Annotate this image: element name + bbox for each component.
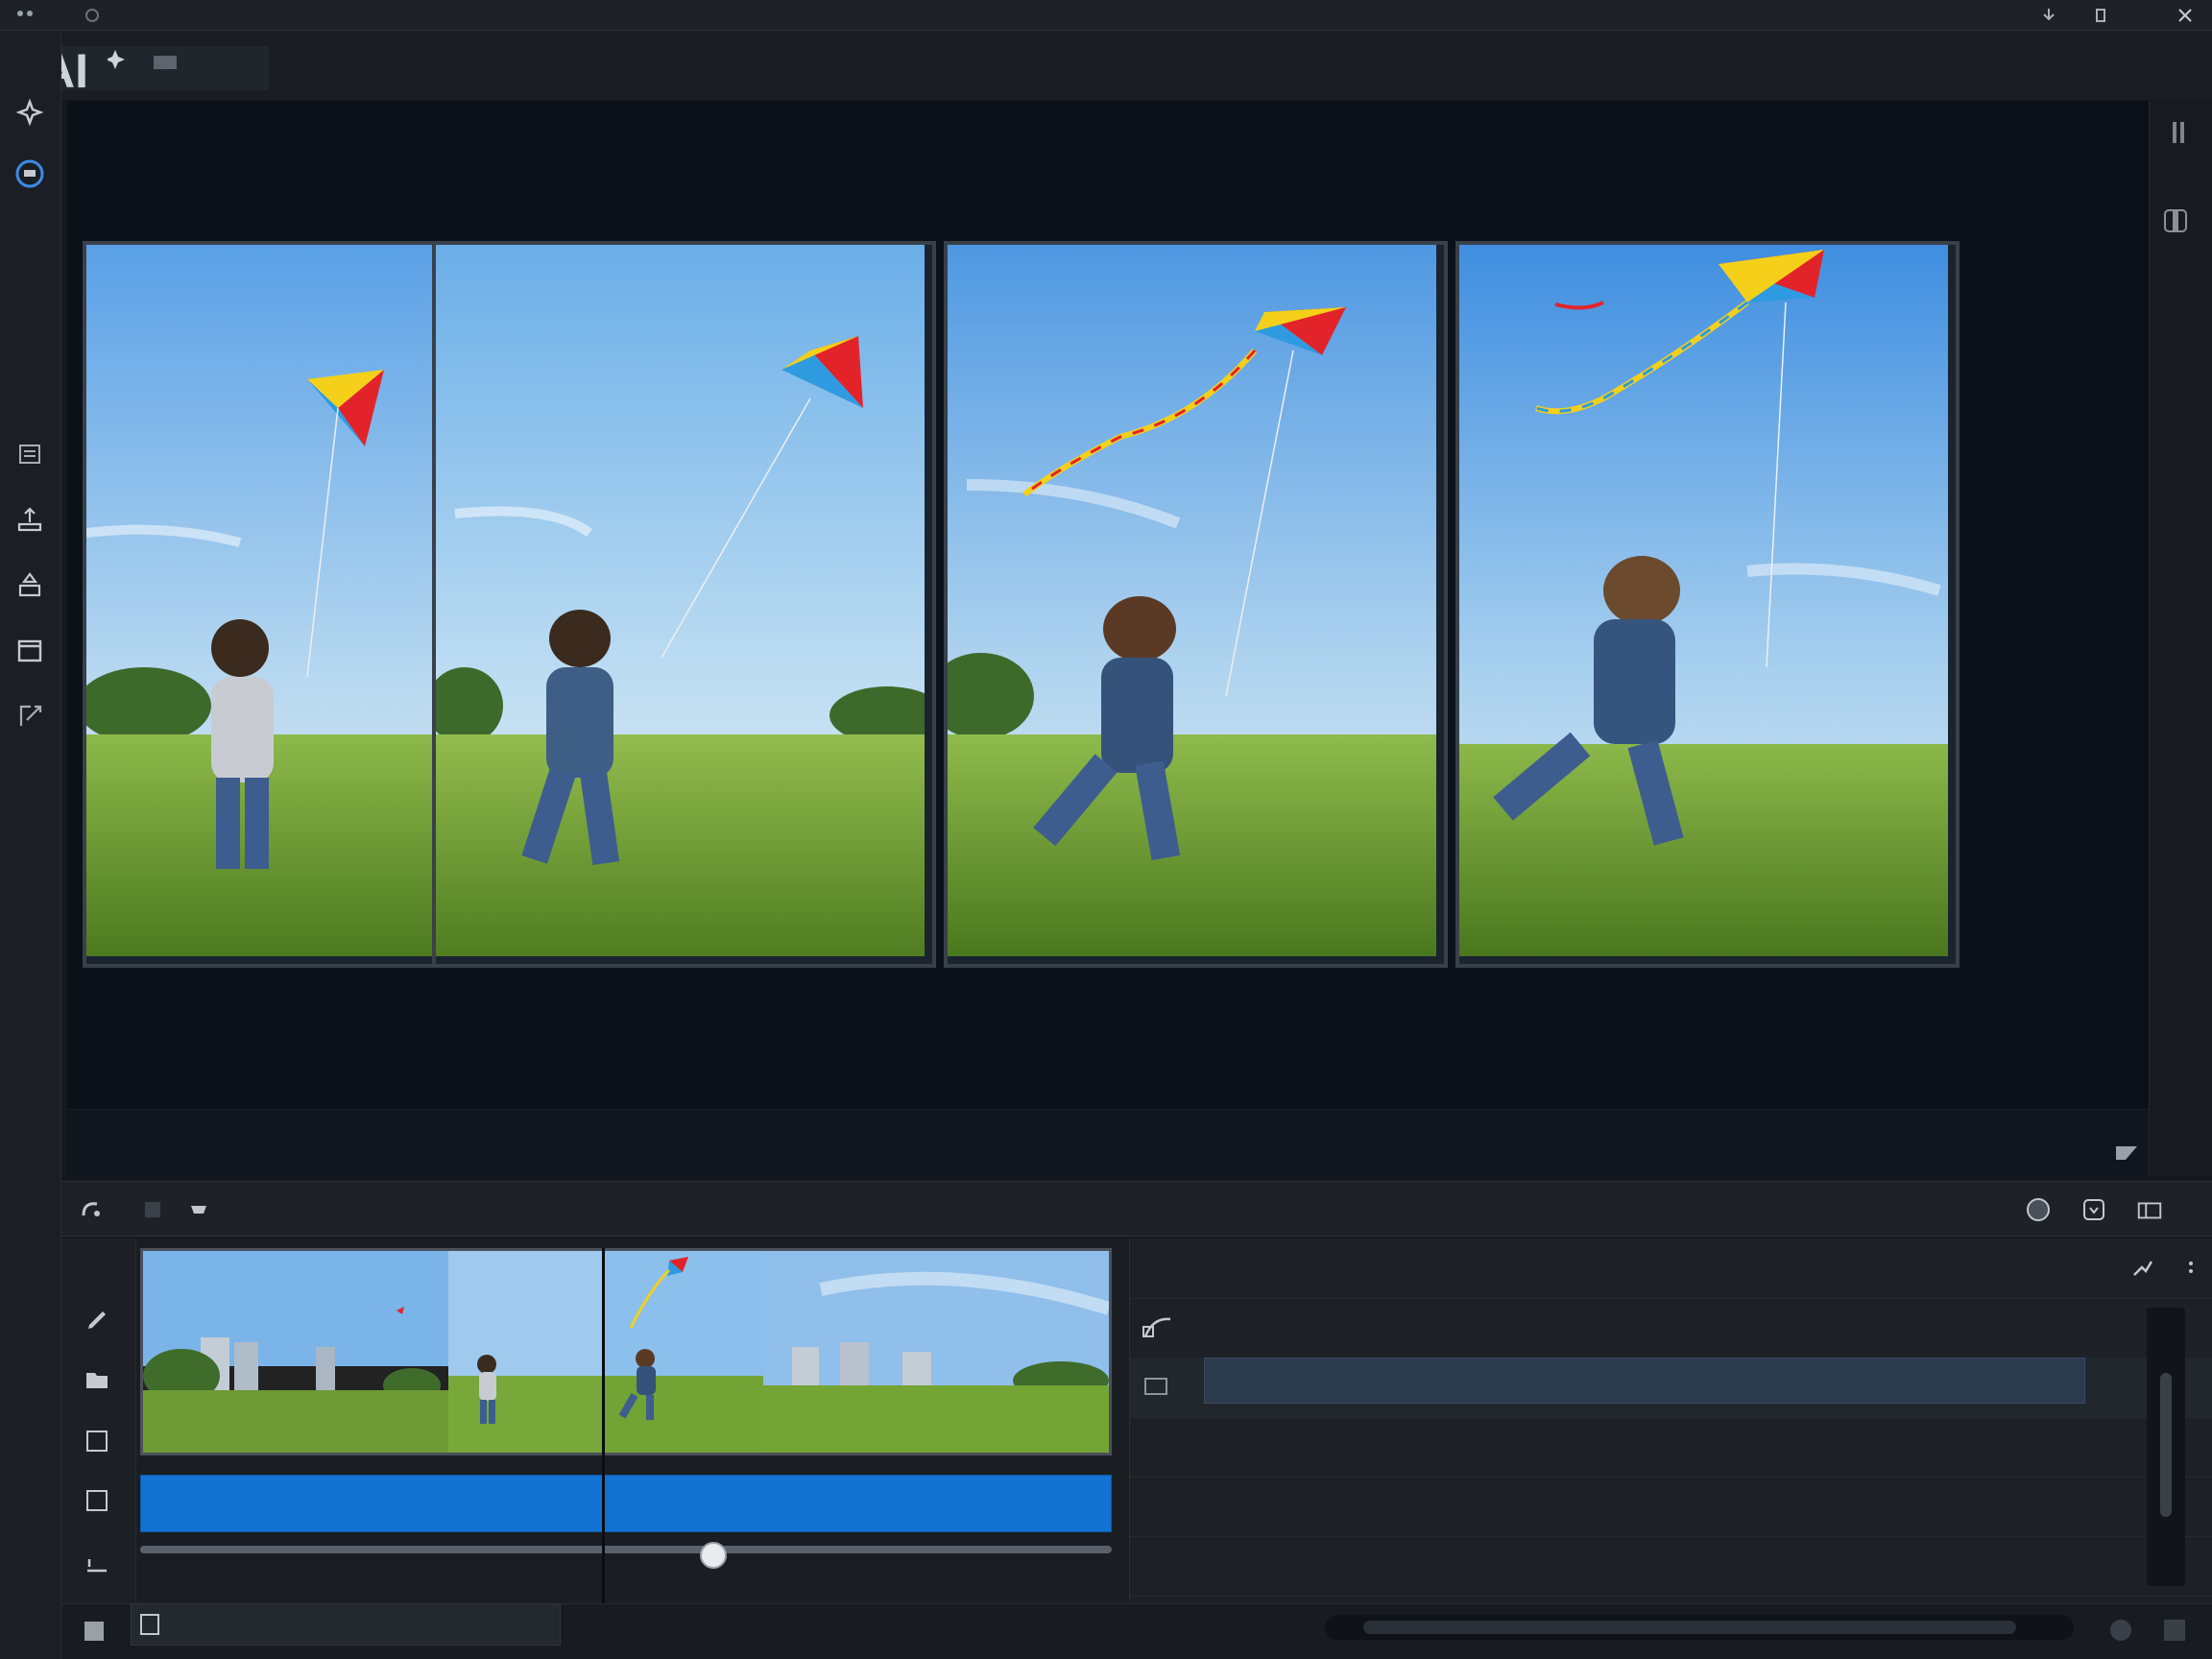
- playhead[interactable]: [601, 1248, 605, 1603]
- curve-icon[interactable]: [1142, 1313, 1174, 1347]
- file-icon: [137, 1612, 162, 1642]
- undo-icon[interactable]: [77, 1195, 106, 1224]
- split-view-icon[interactable]: [2135, 1195, 2164, 1224]
- frame-icon[interactable]: [13, 634, 46, 666]
- square-icon[interactable]: [81, 1618, 108, 1649]
- stop-icon[interactable]: [138, 1195, 167, 1224]
- zoom-circle-icon[interactable]: [2106, 1616, 2135, 1649]
- timeline-toolbar: [61, 1181, 2212, 1237]
- download-icon[interactable]: [2037, 4, 2060, 27]
- audio-track-clip[interactable]: [140, 1475, 1112, 1532]
- pin-icon[interactable]: [2130, 1256, 2155, 1286]
- record-icon[interactable]: [2024, 1195, 2053, 1224]
- corner-resize-icon[interactable]: [2114, 1142, 2139, 1166]
- pen-icon[interactable]: [81, 1304, 113, 1336]
- monitor-icon[interactable]: [1142, 1375, 1170, 1405]
- property-panel: [1129, 1238, 2212, 1603]
- panel-toggle-icon[interactable]: [2169, 120, 2194, 150]
- timeline-clip-1[interactable]: [143, 1251, 451, 1453]
- storyboard-frame-4[interactable]: [1455, 241, 1960, 968]
- timeline-search-input[interactable]: [131, 1603, 561, 1646]
- empty-row-1: [1130, 1417, 2212, 1478]
- menu-dots-icon[interactable]: [13, 4, 36, 27]
- storyboard-frame-3[interactable]: [944, 241, 1448, 968]
- refresh-icon[interactable]: [81, 4, 104, 27]
- empty-row-2: [1130, 1477, 2212, 1537]
- file-icon[interactable]: [2080, 1195, 2108, 1224]
- empty-row-3: [1130, 1536, 2212, 1597]
- storyboard-frame-2[interactable]: [432, 241, 936, 968]
- resize-icon[interactable]: [13, 699, 46, 732]
- header-band: [61, 31, 2212, 100]
- share-icon[interactable]: [2089, 4, 2112, 27]
- scrub-handle[interactable]: [700, 1542, 728, 1569]
- export-icon[interactable]: [13, 568, 46, 601]
- scrub-bar[interactable]: [140, 1542, 1112, 1555]
- cloud-icon[interactable]: [184, 1195, 213, 1224]
- more-options-icon[interactable]: [2186, 1256, 2196, 1286]
- chat-icon[interactable]: [13, 157, 46, 190]
- title-bar: [0, 0, 2212, 31]
- vertical-scroll-thumb[interactable]: [2160, 1373, 2172, 1517]
- square-icon[interactable]: [81, 1425, 113, 1457]
- effect-row[interactable]: [1130, 1298, 2212, 1358]
- timeline-clip-2[interactable]: [448, 1251, 605, 1453]
- timeline-clip-3[interactable]: [602, 1251, 766, 1453]
- viewer-footer: [67, 1109, 2149, 1176]
- sparkle-icon: [108, 50, 177, 69]
- sparkle-icon[interactable]: [13, 96, 46, 129]
- panel-header-row: [1130, 1238, 2212, 1299]
- bookmark-icon[interactable]: [2159, 204, 2192, 242]
- preview-viewer[interactable]: [67, 101, 2149, 1109]
- folder-icon[interactable]: [81, 1363, 113, 1396]
- close-icon[interactable]: [2174, 4, 2197, 27]
- horizontal-scroll-thumb[interactable]: [1363, 1621, 2016, 1634]
- timeline-clip-4[interactable]: [763, 1251, 1109, 1453]
- layers-icon[interactable]: [13, 438, 46, 470]
- app-logo: AI: [38, 46, 269, 96]
- layer-duration-bar[interactable]: [1204, 1358, 2085, 1404]
- upload-icon[interactable]: [13, 503, 46, 536]
- track-gutter: [61, 1238, 136, 1659]
- left-tool-rail: [0, 31, 61, 1659]
- square-icon[interactable]: [81, 1484, 113, 1517]
- baseline-icon[interactable]: [81, 1546, 113, 1578]
- video-track[interactable]: [140, 1248, 1112, 1455]
- right-rail: [2149, 101, 2212, 1176]
- fit-icon[interactable]: [2160, 1616, 2189, 1649]
